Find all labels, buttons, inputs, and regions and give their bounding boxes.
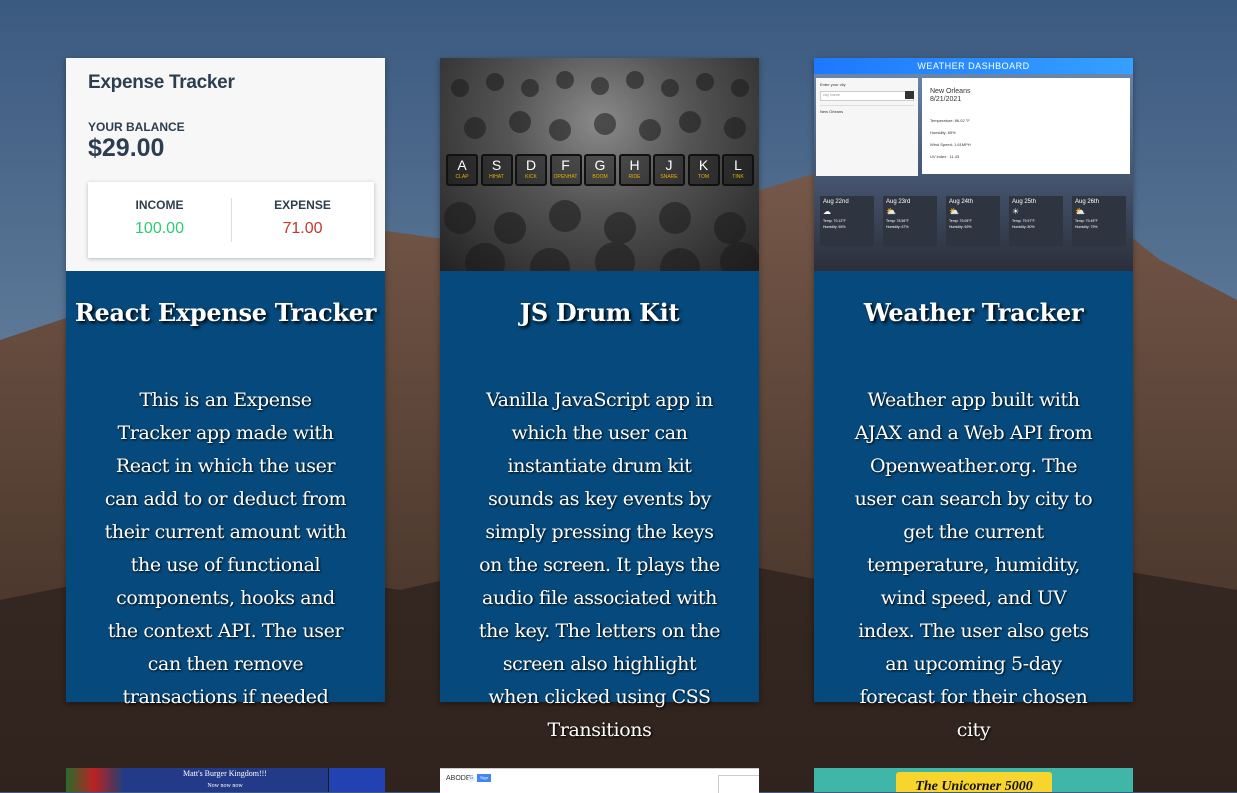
drum-key: Ltink [722, 154, 754, 186]
current-weather: New Orleans 8/21/2021 Temperature: 86.02 … [922, 78, 1130, 174]
card-description: Weather app built with AJAX and a Web AP… [854, 389, 1093, 741]
unicorner-banner: The Unicorner 5000 [896, 772, 1052, 792]
card-title[interactable]: React Expense Tracker [66, 298, 385, 327]
expense-tracker-screenshot[interactable]: Expense Tracker YOUR BALANCE $29.00 INCO… [66, 58, 385, 271]
drum-key: Hride [618, 154, 651, 186]
income-expense-box: INCOME 100.00 EXPENSE 71.00 [88, 182, 374, 258]
card-title[interactable]: JS Drum Kit [440, 298, 759, 327]
drum-kit-screenshot[interactable]: Aclap Shihat Dkick Fopenhat Gboom Hride … [440, 58, 759, 271]
search-icon [905, 91, 914, 99]
burger-banner: Matt's Burger Kingdom!!! Now now now [122, 768, 328, 792]
forecast-day: Aug 22nd ☁ Temp: 79.12°F Humidity: 65% [820, 196, 874, 246]
card-description: This is an Expense Tracker app made with… [104, 389, 347, 708]
drum-keys: Aclap Shihat Dkick Fopenhat Gboom Hride … [446, 154, 754, 186]
project-thumb-unicorner[interactable]: The Unicorner 5000 [814, 768, 1133, 792]
drum-key: Gboom [584, 154, 616, 186]
project-card-weather-tracker[interactable]: WEATHER DASHBOARD Enter your city city n… [814, 58, 1133, 741]
forecast-day: Aug 23rd ⛅ Temp: 78.56°F Humidity: 67% [883, 196, 937, 246]
saved-city: New Orleans [820, 105, 914, 114]
thumb-heading: Expense Tracker [88, 72, 235, 93]
income-label: INCOME [135, 198, 184, 212]
blue-panel [329, 768, 385, 792]
project-thumb-burger[interactable]: Matt's Burger Kingdom!!! Now now now [66, 768, 385, 792]
expense-value: 71.00 [282, 220, 323, 237]
balance-value: $29.00 [88, 134, 165, 162]
google-icon: G [468, 775, 475, 782]
abode-logo: ABODE [446, 775, 471, 782]
drum-key: Aclap [446, 154, 478, 186]
project-card-drum-kit[interactable]: Aclap Shihat Dkick Fopenhat Gboom Hride … [440, 58, 759, 741]
income-value: 100.00 [135, 220, 184, 237]
comic-art [66, 768, 122, 792]
project-thumb-abode[interactable]: ABODE G Sign out [440, 768, 759, 793]
card-description: Vanilla JavaScript app in which the user… [478, 389, 721, 741]
forecast-days: Aug 22nd ☁ Temp: 79.12°F Humidity: 65% Aug … [820, 196, 1126, 246]
drum-key: Ktom [687, 154, 720, 186]
project-card-expense-tracker[interactable]: Expense Tracker YOUR BALANCE $29.00 INCO… [66, 58, 385, 708]
panel-edge [718, 775, 759, 793]
card-title[interactable]: Weather Tracker [814, 298, 1133, 327]
weather-search-panel: Enter your city city name New Orleans [816, 78, 918, 176]
drum-key: Fopenhat [549, 154, 582, 186]
forecast-day: Aug 26th ⛅ Temp: 79.45°F Humidity: 79% [1072, 196, 1126, 246]
drum-key: Shihat [480, 154, 513, 186]
weather-header: WEATHER DASHBOARD [814, 58, 1133, 74]
weather-dashboard-screenshot[interactable]: WEATHER DASHBOARD Enter your city city n… [814, 58, 1133, 271]
forecast-day: Aug 25th ☀ Temp: 79.97°F Humidity: 80% [1009, 196, 1063, 246]
expense-label: EXPENSE [274, 198, 331, 212]
forecast-day: Aug 24th ⛅ Temp: 79.05°F Humidity: 69% [946, 196, 1000, 246]
city-search-input: city name [820, 91, 914, 101]
balance-label: YOUR BALANCE [88, 120, 185, 134]
drum-key: Jsnare [653, 154, 685, 186]
sign-out-button: Sign out [477, 774, 491, 788]
drum-key: Dkick [515, 154, 547, 186]
